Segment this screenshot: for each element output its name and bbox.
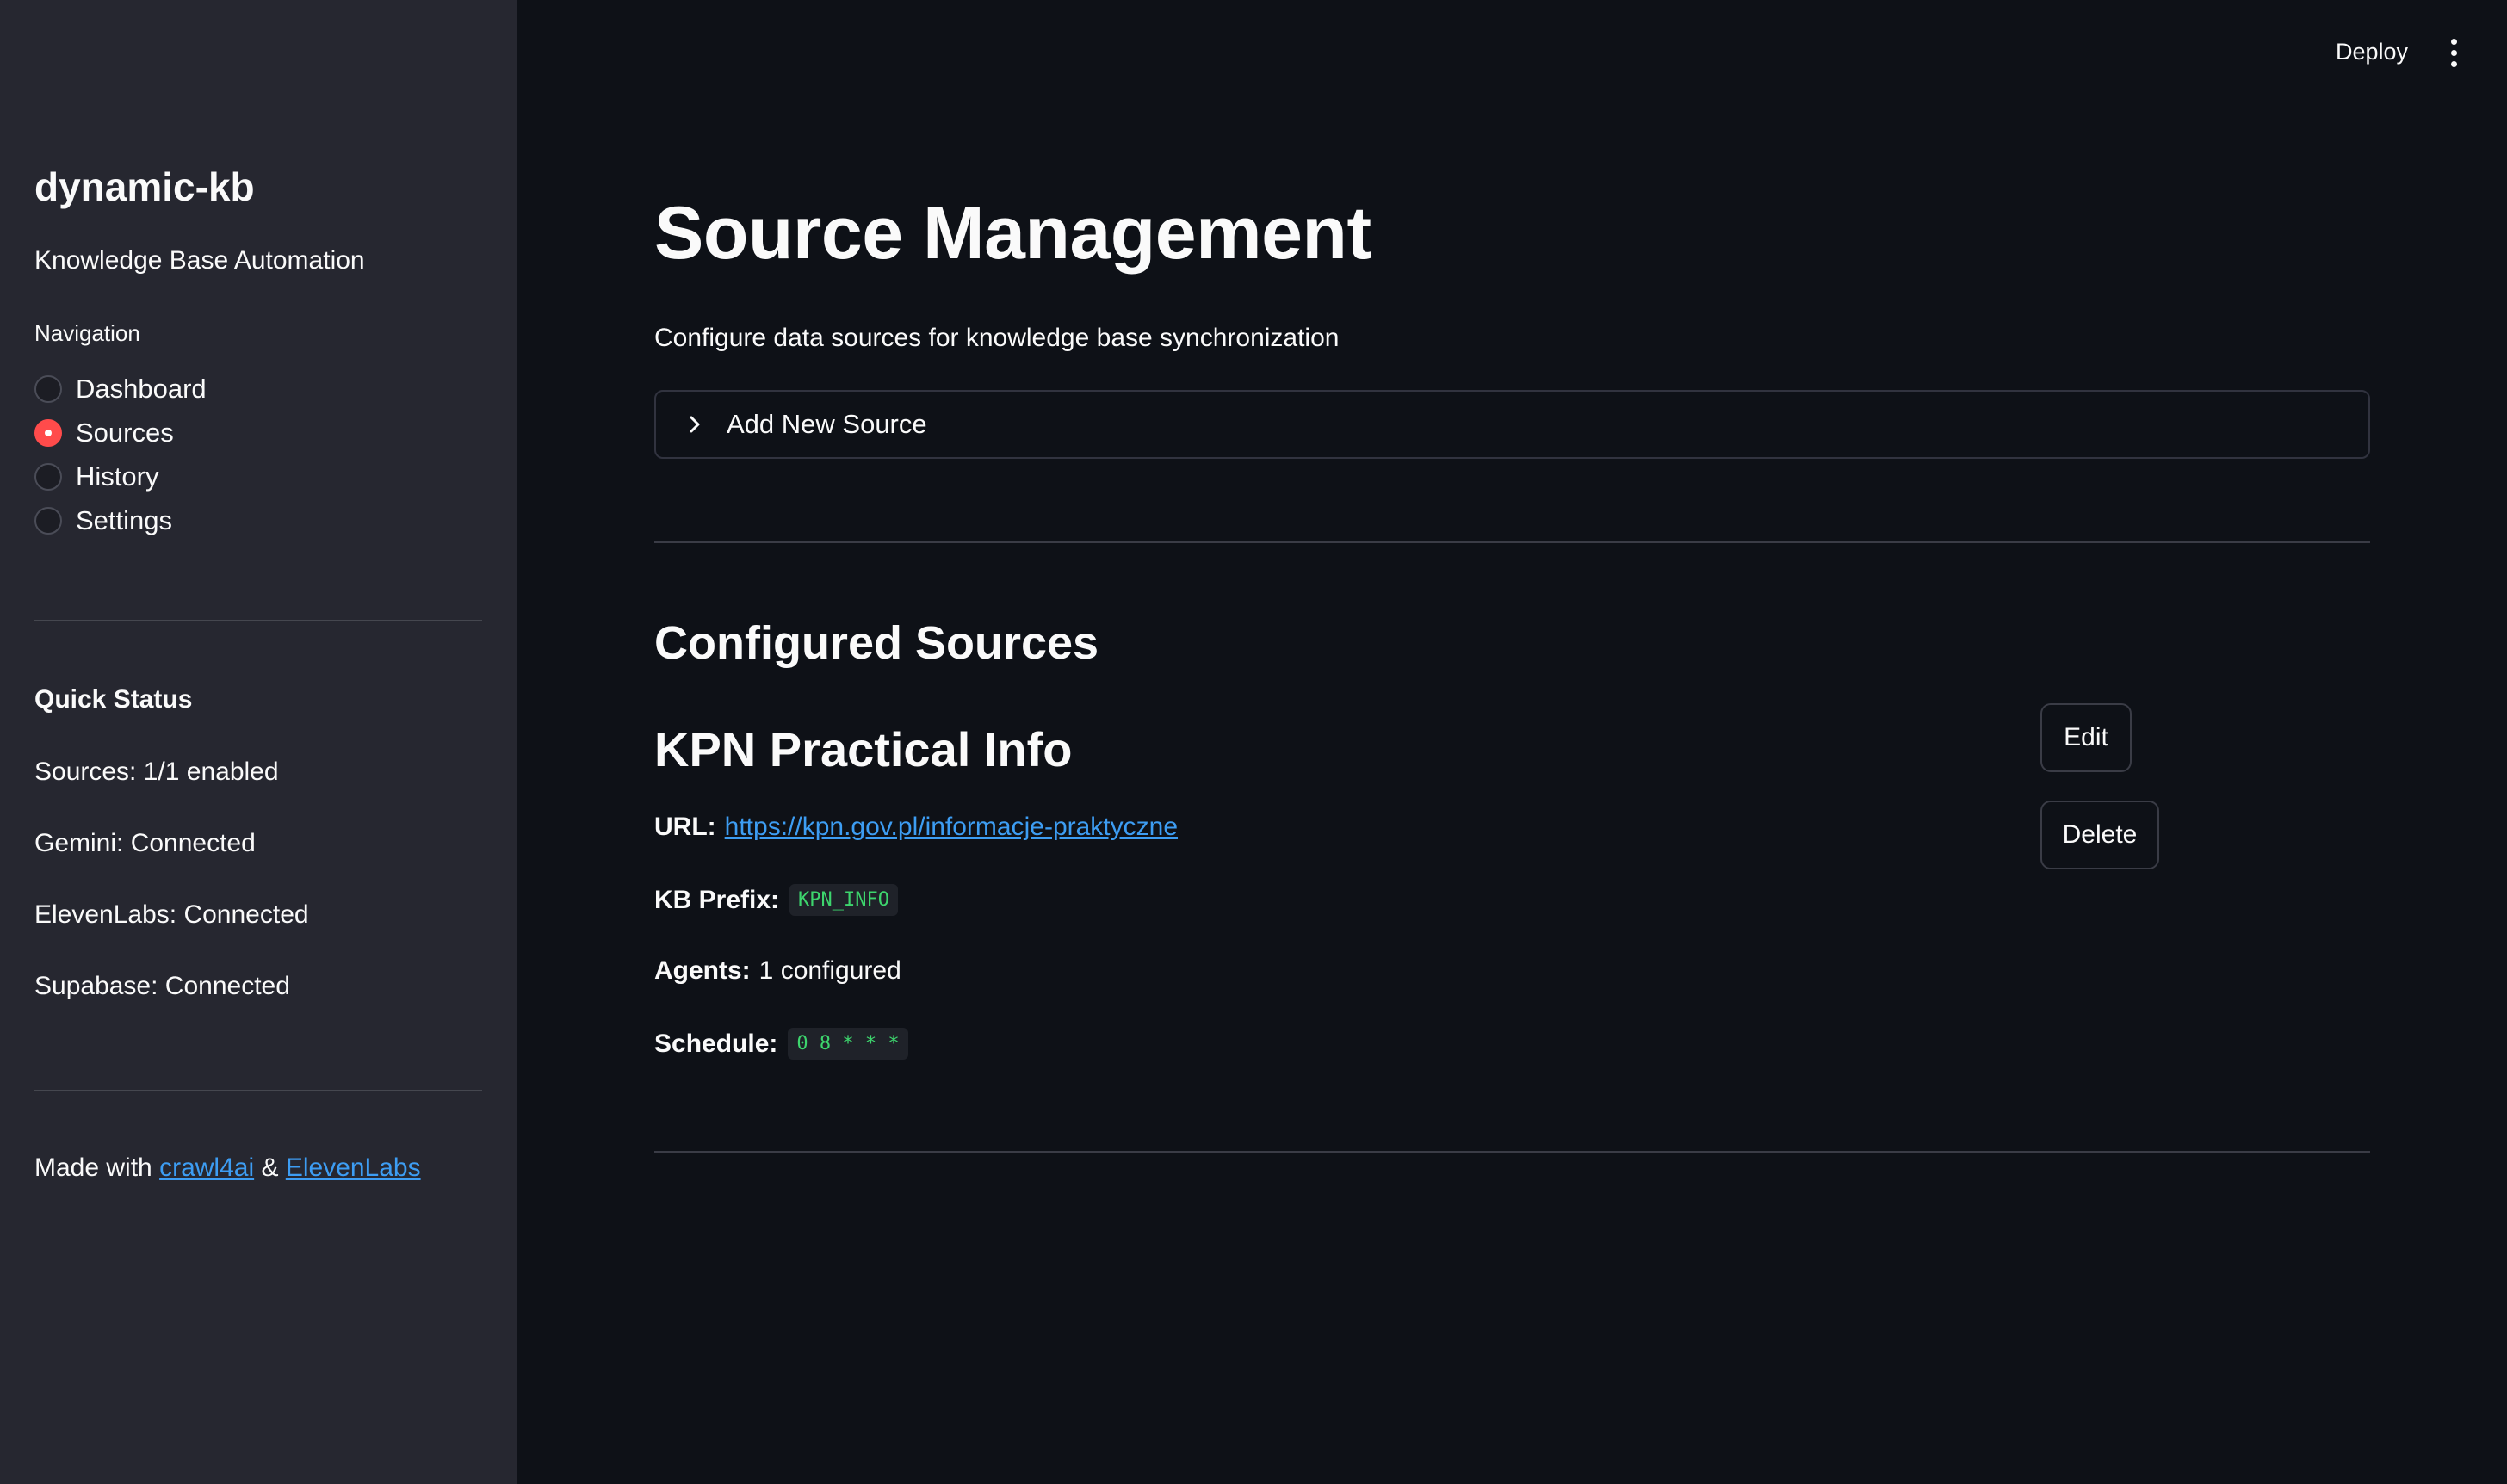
add-new-source-expander[interactable]: Add New Source [654, 390, 2370, 459]
dot [2450, 60, 2457, 67]
kebab-menu-icon[interactable] [2436, 31, 2471, 74]
schedule-field: Schedule: 0 8 * * * [654, 1028, 908, 1060]
section-divider [654, 541, 2370, 543]
app-title: dynamic-kb [34, 164, 255, 209]
status-gemini: Gemini: Connected [34, 829, 256, 857]
edit-button[interactable]: Edit [2040, 703, 2132, 772]
kb-prefix-field: KB Prefix: KPN_INFO [654, 884, 899, 916]
sidebar-divider [34, 620, 482, 621]
nav-item-dashboard[interactable]: Dashboard [34, 367, 207, 411]
dot [2450, 38, 2457, 45]
radio-icon[interactable] [34, 462, 62, 491]
navigation-label: Navigation [34, 320, 140, 346]
url-label: URL: [654, 813, 716, 841]
elevenlabs-link[interactable]: ElevenLabs [286, 1153, 421, 1182]
nav-item-label: History [76, 461, 159, 492]
source-url-link[interactable]: https://kpn.gov.pl/informacje-praktyczne [725, 813, 1178, 842]
app-subtitle: Knowledge Base Automation [34, 246, 365, 275]
kb-prefix-value: KPN_INFO [789, 884, 899, 916]
nav-item-sources[interactable]: Sources [34, 411, 207, 454]
chevron-right-icon [682, 411, 708, 437]
status-elevenlabs: ElevenLabs: Connected [34, 900, 309, 929]
source-name: KPN Practical Info [654, 722, 1073, 776]
schedule-value: 0 8 * * * [788, 1028, 908, 1060]
expander-label: Add New Source [727, 409, 927, 439]
deploy-button[interactable]: Deploy [2324, 29, 2419, 74]
nav-item-settings[interactable]: Settings [34, 498, 207, 542]
nav-item-history[interactable]: History [34, 454, 207, 498]
page-caption: Configure data sources for knowledge bas… [654, 324, 1340, 352]
agents-value: 1 configured [758, 956, 901, 985]
radio-selected-icon[interactable] [34, 418, 62, 447]
nav-item-label: Dashboard [76, 373, 207, 404]
footer-prefix: Made with [34, 1153, 160, 1182]
status-sources: Sources: 1/1 enabled [34, 757, 279, 786]
source-url-field: URL: https://kpn.gov.pl/informacje-prakt… [654, 813, 1178, 842]
delete-button[interactable]: Delete [2040, 801, 2159, 869]
sidebar: dynamic-kb Knowledge Base Automation Nav… [0, 0, 517, 1484]
radio-icon[interactable] [34, 374, 62, 403]
radio-icon[interactable] [34, 506, 62, 535]
crawl4ai-link[interactable]: crawl4ai [159, 1153, 254, 1182]
agents-label: Agents: [654, 956, 751, 985]
configured-sources-heading: Configured Sources [654, 617, 1099, 669]
navigation-radio-group: Dashboard Sources History Settings [34, 367, 207, 542]
dot [2450, 49, 2457, 56]
nav-item-label: Settings [76, 504, 173, 535]
kb-prefix-label: KB Prefix: [654, 885, 780, 914]
sidebar-divider [34, 1090, 482, 1091]
footer-credits: Made with crawl4ai & ElevenLabs [34, 1153, 421, 1183]
page-title: Source Management [654, 192, 1371, 275]
quick-status-heading: Quick Status [34, 685, 193, 714]
schedule-label: Schedule: [654, 1029, 778, 1058]
nav-item-label: Sources [76, 417, 174, 448]
status-supabase: Supabase: Connected [34, 972, 290, 1000]
agents-field: Agents: 1 configured [654, 956, 901, 986]
section-divider [654, 1151, 2370, 1153]
footer-separator: & [254, 1153, 286, 1182]
